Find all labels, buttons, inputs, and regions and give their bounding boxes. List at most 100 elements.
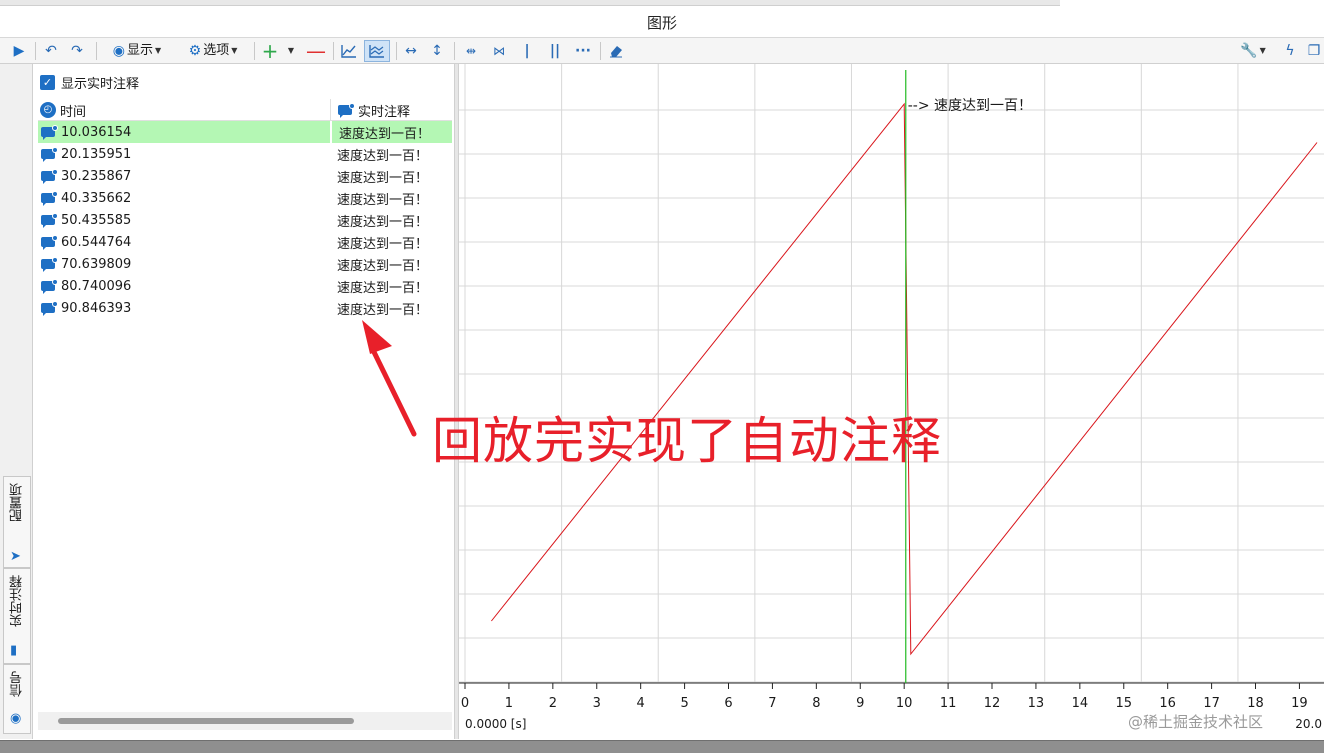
redo-icon[interactable]: ↷ [66,40,88,62]
add-icon[interactable]: + [259,40,281,62]
multi-line-chart-icon[interactable] [364,40,390,62]
row-note: 速度达到一百！ [339,126,431,142]
add-dropdown-button[interactable]: ▼ [283,40,297,62]
toolbar-separator [600,42,601,60]
table-row[interactable]: 30.235867 速度达到一百！ [38,165,452,187]
play-icon[interactable]: ▶ [8,40,30,62]
chevron-down-icon: ▼ [1259,46,1266,55]
scrollbar-thumb[interactable] [58,718,354,724]
cursor-vertical-icon[interactable]: ⋈ [488,40,510,62]
column-header-annotation[interactable]: 实时注释 [330,99,452,121]
fit-horizontal-icon[interactable]: ↔ [400,40,422,62]
lightning-icon[interactable]: ϟ [1280,40,1300,62]
row-note: 速度达到一百！ [337,280,429,296]
row-time-cell: 30.235867 [40,165,330,187]
show-realtime-label: 显示实时注释 [61,76,140,92]
row-time: 80.740096 [61,278,132,294]
column-header-annotation-label: 实时注释 [358,104,411,120]
row-note: 速度达到一百！ [337,236,429,252]
show-realtime-checkbox[interactable]: ✓ [40,74,55,90]
x-tick-label: 7 [768,696,776,711]
row-time: 40.335662 [61,190,132,206]
bar-icon[interactable]: | [516,40,538,62]
x-tick-label: 19 [1291,696,1308,711]
annotation-bubble-icon [40,212,58,228]
bottom-status-strip [0,740,1324,753]
title-bar-top-strip [0,0,1060,6]
side-tab-config[interactable]: 配置项 ➤ [3,476,31,568]
row-note: 速度达到一百！ [337,148,429,164]
more-icon[interactable]: ··· [572,40,594,62]
side-tab-signal[interactable]: 信号 ◉ [3,664,31,734]
config-arrow-icon: ➤ [10,549,21,564]
double-bar-icon[interactable]: || [544,40,566,62]
signal-chart[interactable]: 0 1 2 3 4 5 6 7 8 9 10 11 12 13 14 15 16 17 18 190.0000 [s]… [459,64,1324,739]
horizontal-scrollbar[interactable] [38,712,452,730]
title-bar: 图形 [0,0,1324,38]
table-row[interactable]: 60.544764 速度达到一百！ [38,231,452,253]
toolbar-separator [396,42,397,60]
display-button[interactable]: ◉ 显示 ▼ [102,40,172,62]
eraser-icon[interactable] [605,40,627,62]
annotation-bubble-icon [40,234,58,250]
clock-icon: ◴ [40,102,56,118]
wrench-icon[interactable]: 🔧 ▼ [1238,40,1268,62]
side-tab-config-label: 配置项 [10,483,25,522]
table-row[interactable]: 50.435585 速度达到一百！ [38,209,452,231]
toolbar: ▶ ↶ ↷ ◉ 显示 ▼ ⚙ 选项 ▼ + ▼ — ↔ ↕ ⇹ ⋈ | || ·… [0,38,1324,64]
column-header-time-label: 时间 [60,104,87,120]
row-time: 10.036154 [61,124,132,140]
cursor-horizontal-icon[interactable]: ⇹ [460,40,482,62]
options-gear-icon: ⚙ [188,43,202,59]
x-tick-label: 13 [1028,696,1045,711]
row-time-cell: 70.639809 [40,253,330,275]
side-tab-signal-label: 信号 [10,671,25,697]
table-row[interactable]: 20.135951 速度达到一百！ [38,143,452,165]
table-row[interactable]: 80.740096 速度达到一百！ [38,275,452,297]
annotation-bubble-icon [40,300,58,316]
row-time-cell: 80.740096 [40,275,330,297]
toolbar-separator [35,42,36,60]
signal-icon: ◉ [10,711,22,726]
line-chart-icon[interactable] [338,40,360,62]
chevron-down-icon: ▼ [155,46,162,55]
chart-annotation-text: --> 速度达到一百！ [908,98,1032,114]
undo-icon[interactable]: ↶ [40,40,62,62]
table-row[interactable]: 40.335662 速度达到一百！ [38,187,452,209]
table-row[interactable]: 70.639809 速度达到一百！ [38,253,452,275]
column-header-time[interactable]: ◴ 时间 [40,99,330,121]
chevron-down-icon: ▼ [287,46,295,55]
chart-area[interactable]: 0 1 2 3 4 5 6 7 8 9 10 11 12 13 14 15 16 17 18 19 0.0000 [s]… [459,64,1324,739]
row-time: 50.435585 [61,212,132,228]
x-tick-label: 11 [940,696,957,711]
row-time-cell: 10.036154 [40,121,330,143]
row-note-cell: 速度达到一百！ [330,143,452,165]
side-tab-realtime-annotation[interactable]: 实时注释 ▮ [3,568,31,664]
row-note-cell: 速度达到一百！ [330,275,452,297]
window-icon[interactable]: ❐ [1304,40,1324,62]
table-row[interactable]: 10.036154 速度达到一百！ [38,121,452,143]
fit-vertical-icon[interactable]: ↕ [426,40,448,62]
x-tick-label: 12 [984,696,1001,711]
row-note-cell: 速度达到一百！ [330,253,452,275]
row-time-cell: 50.435585 [40,209,330,231]
row-note-cell: 速度达到一百！ [330,209,452,231]
row-time: 90.846393 [61,300,132,316]
x-tick-label: 8 [812,696,820,711]
watermark: @稀土掘金技术社区 [1128,713,1264,731]
window-title: 图形 [646,14,677,32]
toolbar-separator [96,42,97,60]
row-time-cell: 90.846393 [40,297,330,319]
x-tick-label: 17 [1203,696,1220,711]
show-realtime-annotation-toggle[interactable]: ✓ 显示实时注释 [40,73,140,92]
options-label: 选项 [203,43,230,58]
x-tick-label: 6 [724,696,732,711]
table-header: ◴ 时间 实时注释 [38,99,452,121]
options-button[interactable]: ⚙ 选项 ▼ [178,40,248,62]
display-label: 显示 [127,43,154,58]
callout-text: 回放完实现了自动注释 [432,412,942,470]
remove-icon[interactable]: — [305,40,327,62]
x-tick-label: 4 [637,696,645,711]
x-tick-label: 15 [1115,696,1132,711]
x-tick-label: 10 [896,696,913,711]
